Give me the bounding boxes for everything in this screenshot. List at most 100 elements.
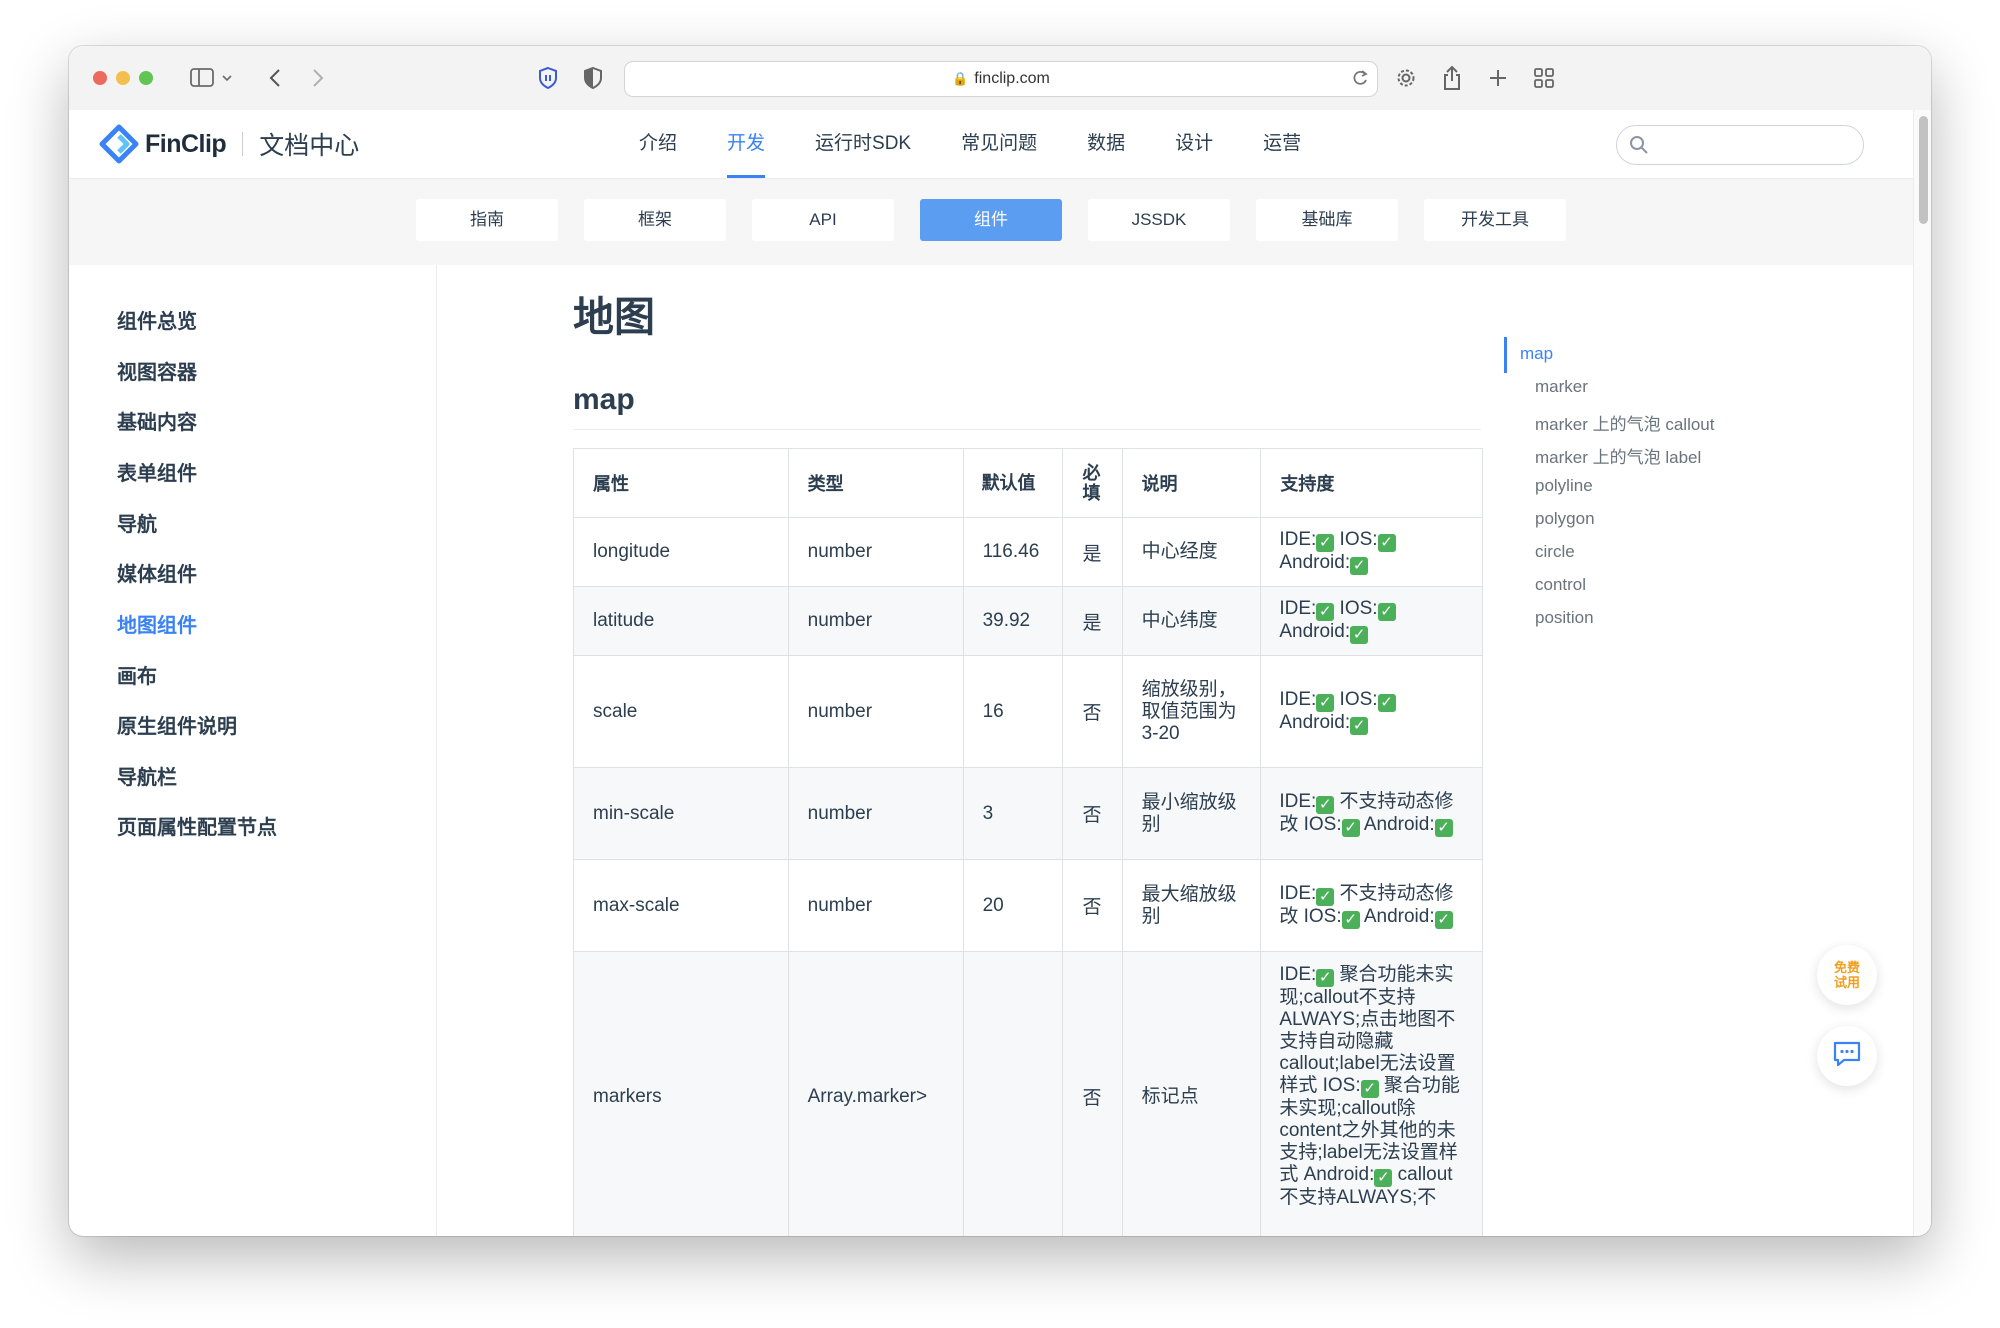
check-icon: ✓: [1316, 603, 1335, 621]
sidebar-item-navigation[interactable]: 导航: [117, 508, 157, 537]
sidebar-item-native[interactable]: 原生组件说明: [117, 710, 237, 739]
check-icon: ✓: [1316, 969, 1335, 987]
toc-item[interactable]: position: [1535, 608, 1594, 628]
close-window-button[interactable]: [93, 71, 107, 85]
support-text: Android:: [1359, 813, 1435, 835]
check-icon: ✓: [1434, 818, 1453, 837]
nav-data[interactable]: 数据: [1087, 110, 1125, 178]
cell-default: 20: [962, 859, 1063, 952]
chat-icon: [1832, 1040, 1862, 1073]
check-icon: ✓: [1360, 1080, 1379, 1098]
forward-icon[interactable]: [304, 64, 332, 92]
check-icon: ✓: [1377, 693, 1396, 712]
tab-jssdk[interactable]: JSSDK: [1088, 199, 1230, 241]
zoom-window-button[interactable]: [139, 71, 153, 85]
tab-api[interactable]: API: [752, 199, 894, 241]
address-bar[interactable]: 🔒 finclip.com: [624, 61, 1378, 97]
sidebar-item-form[interactable]: 表单组件: [117, 457, 197, 486]
cell-desc: 缩放级别，取值范围为3-20: [1121, 655, 1262, 768]
logo-divider: [242, 132, 244, 156]
cell-required: 否: [1061, 767, 1123, 860]
gear-icon[interactable]: [1392, 64, 1420, 92]
shield-icon[interactable]: [534, 64, 562, 92]
cell-desc: 标记点: [1121, 951, 1262, 1236]
reload-icon[interactable]: [1351, 68, 1369, 93]
nav-design[interactable]: 设计: [1175, 110, 1213, 178]
cell-default: 39.92: [962, 586, 1063, 656]
sidebar-item-page-meta[interactable]: 页面属性配置节点: [117, 811, 277, 840]
table-row: min-scale number 3 否最小缩放级别 IDE: ✓ 不支持动态修改 IOS…: [573, 767, 1483, 860]
cell-support: IDE: ✓ IOS: ✓ Android: ✓: [1260, 517, 1483, 587]
finclip-logo-icon: [99, 124, 139, 164]
toc-item[interactable]: marker 上的气泡 callout: [1535, 410, 1714, 435]
sidebar-toggle-icon[interactable]: [183, 64, 223, 92]
tab-framework[interactable]: 框架: [584, 199, 726, 241]
minimize-window-button[interactable]: [116, 71, 130, 85]
cell-support: IDE: ✓ IOS: ✓ Android: ✓: [1260, 586, 1483, 656]
scrollbar-thumb[interactable]: [1919, 116, 1928, 224]
col-header: 默认值: [962, 448, 1063, 518]
search-input[interactable]: [1616, 125, 1864, 165]
sidebar-item-canvas[interactable]: 画布: [117, 660, 157, 689]
toc-item[interactable]: circle: [1535, 542, 1575, 562]
col-header: 说明: [1121, 448, 1262, 518]
check-icon: ✓: [1341, 910, 1360, 929]
lock-icon: 🔒: [952, 71, 969, 86]
free-trial-button[interactable]: 免费试用: [1817, 945, 1877, 1005]
url-text: finclip.com: [974, 70, 1050, 87]
tab-base-lib[interactable]: 基础库: [1256, 199, 1398, 241]
sidebar-item-basic-content[interactable]: 基础内容: [117, 406, 197, 435]
sidebar-item-map[interactable]: 地图组件: [117, 609, 197, 638]
nav-develop[interactable]: 开发: [727, 110, 766, 178]
sidebar-item-media[interactable]: 媒体组件: [117, 558, 197, 587]
toc-item[interactable]: polyline: [1535, 476, 1593, 496]
sidebar-item-overview[interactable]: 组件总览: [117, 305, 197, 334]
support-text: Android:: [1279, 552, 1351, 573]
support-text: IDE:: [1279, 688, 1317, 710]
browser-window: 🔒 finclip.com FinClip 文档中心 介绍 开发 运行时SDK …: [69, 46, 1931, 1236]
sidebar-item-navbar[interactable]: 导航栏: [117, 761, 177, 790]
check-icon: ✓: [1350, 626, 1369, 644]
table-row: max-scale number 20 否最大缩放级别 IDE: ✓ 不支持动态修改 IO…: [573, 859, 1483, 952]
cell-desc: 最大缩放级别: [1121, 859, 1262, 952]
cell-support: IDE: ✓ 不支持动态修改 IOS: ✓ Android: ✓: [1260, 859, 1483, 952]
nav-intro[interactable]: 介绍: [639, 110, 677, 178]
back-icon[interactable]: [261, 64, 289, 92]
cell-desc: 中心经度: [1121, 517, 1262, 587]
nav-runtime-sdk[interactable]: 运行时SDK: [815, 110, 911, 178]
nav-faq[interactable]: 常见问题: [961, 110, 1037, 178]
check-icon: ✓: [1341, 818, 1360, 837]
cell-required: 是: [1061, 586, 1123, 656]
new-tab-icon[interactable]: [1484, 64, 1512, 92]
toc-item[interactable]: control: [1535, 575, 1586, 595]
chevron-down-icon[interactable]: [219, 64, 235, 92]
tab-guide[interactable]: 指南: [416, 199, 558, 241]
table-row: markers Array.marker> 否标记点 IDE: ✓ 聚合功能未实现;ca…: [573, 951, 1483, 1236]
cell-support: IDE: ✓ 不支持动态修改 IOS: ✓ Android: ✓: [1260, 767, 1483, 860]
tab-dev-tools[interactable]: 开发工具: [1424, 199, 1566, 241]
check-icon: ✓: [1374, 1169, 1393, 1187]
share-icon[interactable]: [1438, 64, 1466, 92]
nav-operation[interactable]: 运营: [1263, 110, 1301, 178]
toc-item[interactable]: marker 上的气泡 label: [1535, 443, 1701, 468]
cell-support: IDE: ✓ 聚合功能未实现;callout不支持ALWAYS;点击地图不支持自动…: [1260, 951, 1483, 1236]
tab-components[interactable]: 组件: [920, 199, 1062, 241]
toc-item[interactable]: map: [1520, 344, 1553, 364]
toc-item[interactable]: marker: [1535, 377, 1588, 397]
site-header: FinClip 文档中心 介绍 开发 运行时SDK 常见问题 数据 设计 运营: [69, 110, 1914, 179]
tab-overview-icon[interactable]: [1530, 64, 1558, 92]
toc-item[interactable]: polygon: [1535, 509, 1595, 529]
page-scrollbar[interactable]: [1913, 110, 1931, 1236]
check-icon: ✓: [1377, 603, 1396, 621]
sidebar-item-view-container[interactable]: 视图容器: [117, 356, 197, 385]
doc-center-title: 文档中心: [259, 132, 360, 160]
chat-button[interactable]: [1817, 1026, 1877, 1086]
support-text: IDE:: [1279, 790, 1317, 812]
check-icon: ✓: [1434, 910, 1453, 929]
check-icon: ✓: [1350, 716, 1369, 735]
privacy-icon[interactable]: [579, 64, 607, 92]
table-row: scale number 16 否缩放级别，取值范围为3-20 IDE: ✓ IOS: ✓ …: [573, 655, 1483, 768]
site-logo[interactable]: FinClip 文档中心: [99, 124, 359, 164]
section-title: map: [573, 383, 635, 416]
support-text: IOS:: [1334, 598, 1378, 619]
